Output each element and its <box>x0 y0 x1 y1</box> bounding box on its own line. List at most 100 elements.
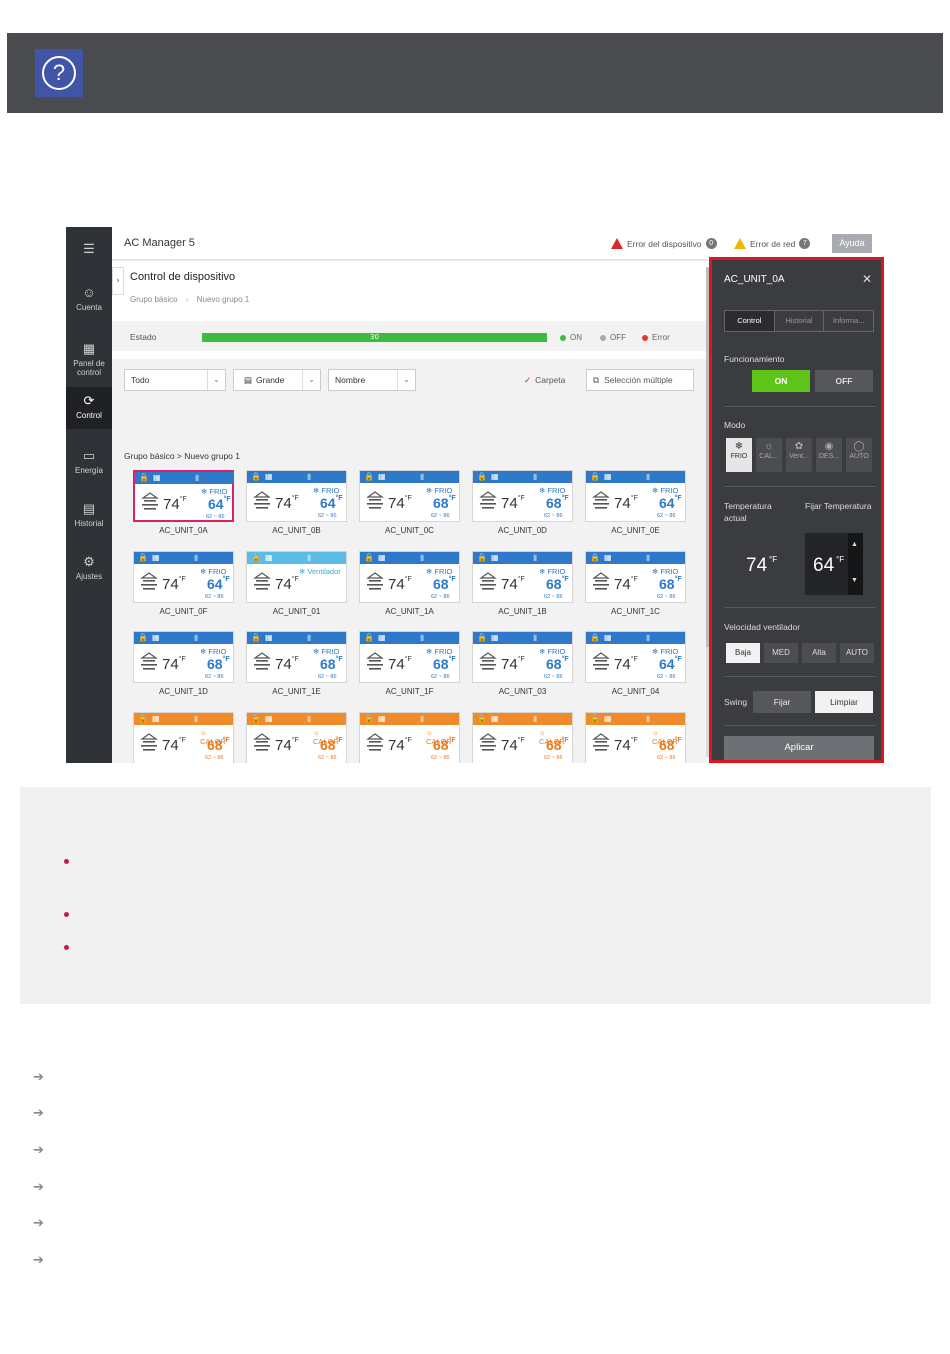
fan-high-button[interactable]: Alta <box>802 643 836 663</box>
mode-icon: ❄ <box>652 567 659 576</box>
unit-card[interactable]: 🔒 ▦ ▮ 74°F ☼ CALOR 68°F 62 ~ 86 <box>133 712 234 763</box>
tab-control[interactable]: Control <box>725 311 775 331</box>
unit-card[interactable]: 🔒 ▦ ▮ 74°F ❄ FRIO 64°F 62 ~ 86 <box>133 551 234 603</box>
lock-icon: 🔒 <box>364 553 374 562</box>
unit-temp-range: 62 ~ 86 <box>544 594 563 600</box>
menu-toggle[interactable]: ☰ <box>66 233 112 265</box>
mode-heat-button[interactable]: ☼ CAL... <box>756 438 782 472</box>
unit-temp-range: 62 ~ 86 <box>431 755 450 761</box>
multi-select-button[interactable]: ⧉ Selección múltiple <box>586 369 694 391</box>
schedule-icon: ▦ <box>491 472 499 481</box>
lock-icon: 🔒 <box>251 553 261 562</box>
device-error-alert[interactable]: Error del dispositivo 0 <box>611 238 717 249</box>
nav-item-history[interactable]: ▤ Historial <box>66 501 112 537</box>
unit-card[interactable]: 🔒 ▦ ▮ 74°F ❄ Ventilador <box>246 551 347 603</box>
unit-status-bar: 🔒 ▦ ▮ <box>134 552 233 564</box>
nav-item-dashboard[interactable]: ▦ Panel de control <box>66 341 112 381</box>
unit-name: AC_UNIT_1E <box>272 687 321 696</box>
nav-item-control[interactable]: ⟳ Control <box>66 387 112 429</box>
breadcrumb-item[interactable]: Nuevo grupo 1 <box>197 295 249 304</box>
bullet-dot <box>64 912 69 917</box>
unit-temp-range: 62 ~ 86 <box>431 674 450 680</box>
mode-auto-button[interactable]: ◯ AUTO <box>846 438 872 472</box>
unit-set-temp: 68°F <box>207 656 230 672</box>
status-row: Estado 30 ON OFF Error <box>112 321 710 351</box>
arrow-up-icon[interactable]: ▲ <box>851 541 858 548</box>
unit-card[interactable]: 🔒 ▦ ▮ 74°F ❄ FRIO 68°F 62 ~ 86 <box>472 551 573 603</box>
tab-history[interactable]: Historial <box>775 311 825 331</box>
mode-cool-button[interactable]: ❄ FRIO <box>726 438 752 472</box>
unit-status-bar: 🔒 ▦ ▮ <box>473 713 572 725</box>
unit-card[interactable]: 🔒 ▦ ▮ 74°F ☼ CALOR 68°F 62 ~ 86 <box>359 712 460 763</box>
dashboard-icon: ▦ <box>82 341 96 356</box>
unit-status-bar: 🔒 ▦ ▮ <box>360 713 459 725</box>
unit-current-temp: 74°F <box>388 495 412 512</box>
signal-icon: ▮ <box>533 633 538 642</box>
mode-dry-button[interactable]: ◉ DES... <box>816 438 842 472</box>
unit-card[interactable]: 🔒 ▦ ▮ 74°F ❄ FRIO 68°F 62 ~ 86 <box>472 631 573 683</box>
arrow-down-icon[interactable]: ▼ <box>851 577 858 584</box>
fan-auto-button[interactable]: AUTO <box>840 643 874 663</box>
unit-card[interactable]: 🔒 ▦ ▮ 74°F ☼ CALOR 68°F 62 ~ 86 <box>472 712 573 763</box>
unit-card[interactable]: 🔒 ▦ ▮ 74°F ❄ FRIO 68°F 62 ~ 86 <box>472 470 573 522</box>
unit-card[interactable]: 🔒 ▦ ▮ 74°F ☼ CALOR 68°F 62 ~ 86 <box>246 712 347 763</box>
ceiling-cassette-icon <box>592 652 610 670</box>
fan-med-button[interactable]: MED <box>764 643 798 663</box>
schedule-icon: ▦ <box>378 553 386 562</box>
mode-vent-button[interactable]: ✿ Vent... <box>786 438 812 472</box>
unit-card[interactable]: 🔒 ▦ ▮ 74°F ❄ FRIO 68°F 62 ~ 86 <box>246 631 347 683</box>
network-error-alert[interactable]: Error de red 7 <box>734 238 811 249</box>
swing-fix-button[interactable]: Fijar <box>753 691 811 713</box>
nav-item-account[interactable]: ☺ Cuenta <box>66 285 112 321</box>
unit-temp-range: 62 ~ 86 <box>657 674 676 680</box>
ceiling-cassette-icon <box>140 733 158 751</box>
filter-all-select[interactable]: Todo ⌄ <box>124 369 226 391</box>
unit-name: AC_UNIT_0F <box>159 607 208 616</box>
arrow-right-icon: ➔ <box>33 1180 44 1195</box>
unit-card[interactable]: 🔒 ▦ ▮ 74°F ❄ FRIO 64°F 62 ~ 86 <box>246 470 347 522</box>
folder-checkbox[interactable]: ✓ Carpeta <box>524 375 565 386</box>
legend-error: Error <box>642 333 670 342</box>
unit-mode: ❄ FRIO <box>426 486 453 495</box>
mode-icon: ❄ <box>539 647 546 656</box>
filter-size-select[interactable]: ▤ Grande ⌄ <box>233 369 321 391</box>
schedule-icon: ▦ <box>265 633 273 642</box>
tab-info[interactable]: Informa... <box>824 311 873 331</box>
nav-item-settings[interactable]: ⚙ Ajustes <box>66 554 112 590</box>
filter-sort-select[interactable]: Nombre ⌄ <box>328 369 416 391</box>
fan-low-button[interactable]: Baja <box>726 643 760 663</box>
unit-current-temp: 74°F <box>388 656 412 673</box>
expand-chevron-icon[interactable]: › <box>112 267 124 295</box>
nav-item-energy[interactable]: ▭ Energía <box>66 448 112 484</box>
help-button[interactable]: Ayuda <box>832 234 872 253</box>
lock-icon: 🔒 <box>364 633 374 642</box>
unit-card[interactable]: 🔒 ▦ ▮ 74°F ☼ CALOR 68°F 62 ~ 86 <box>585 712 686 763</box>
unit-card[interactable]: 🔒 ▦ ▮ 74°F ❄ FRIO 68°F 62 ~ 86 <box>585 551 686 603</box>
unit-card[interactable]: 🔒 ▦ ▮ 74°F ❄ FRIO 68°F 62 ~ 86 <box>359 551 460 603</box>
unit-set-temp: 68°F <box>433 576 456 592</box>
unit-card[interactable]: 🔒 ▦ ▮ 74°F ❄ FRIO 64°F 62 ~ 86 <box>585 470 686 522</box>
close-icon[interactable]: ✕ <box>862 272 872 286</box>
ceiling-cassette-icon <box>253 733 271 751</box>
schedule-icon: ▦ <box>491 633 499 642</box>
apply-button[interactable]: Aplicar <box>724 736 874 760</box>
unit-card[interactable]: 🔒 ▦ ▮ 74°F ❄ FRIO 68°F 62 ~ 86 <box>133 631 234 683</box>
set-temp-display[interactable]: 64 °F ▲ ▼ <box>805 533 863 595</box>
unit-status-bar: 🔒 ▦ ▮ <box>360 552 459 564</box>
signal-icon: ▮ <box>533 714 538 723</box>
unit-card[interactable]: 🔒 ▦ ▮ 74°F ❄ FRIO 68°F 62 ~ 86 <box>359 470 460 522</box>
lock-icon: 🔒 <box>590 472 600 481</box>
unit-temp-range: 62 ~ 86 <box>318 674 337 680</box>
schedule-icon: ▦ <box>604 472 612 481</box>
unit-card[interactable]: 🔒 ▦ ▮ 74°F ❄ FRIO 64°F 62 ~ 86 <box>133 470 234 522</box>
breadcrumb-item[interactable]: Grupo básico <box>130 295 178 304</box>
unit-current-temp: 74°F <box>275 737 299 754</box>
off-button[interactable]: OFF <box>815 370 873 392</box>
auto-icon: ◯ <box>853 441 865 452</box>
unit-card[interactable]: 🔒 ▦ ▮ 74°F ❄ FRIO 64°F 62 ~ 86 <box>585 631 686 683</box>
on-button[interactable]: ON <box>752 370 810 392</box>
swing-clean-button[interactable]: Limpiar <box>815 691 873 713</box>
signal-icon: ▮ <box>420 633 425 642</box>
schedule-icon: ▦ <box>152 714 160 723</box>
unit-card[interactable]: 🔒 ▦ ▮ 74°F ❄ FRIO 68°F 62 ~ 86 <box>359 631 460 683</box>
